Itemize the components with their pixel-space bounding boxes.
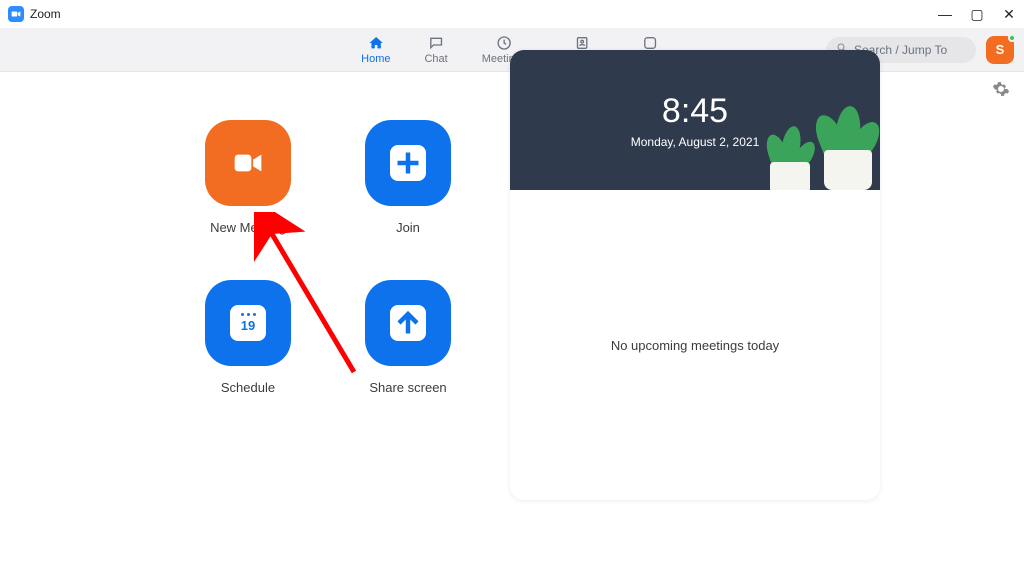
share-screen-label: Share screen bbox=[369, 380, 446, 395]
action-new-meeting: New Meeting bbox=[178, 120, 318, 280]
home-actions: New Meeting Join 19 Schedule Share scree… bbox=[178, 120, 478, 440]
calendar-card: 8:45 Monday, August 2, 2021 No upcoming … bbox=[510, 50, 880, 500]
avatar[interactable]: S bbox=[986, 36, 1014, 64]
current-time: 8:45 bbox=[662, 92, 728, 131]
no-meetings-message: No upcoming meetings today bbox=[611, 338, 779, 353]
schedule-button[interactable]: 19 bbox=[205, 280, 291, 366]
new-meeting-button[interactable] bbox=[205, 120, 291, 206]
zoom-logo bbox=[8, 6, 24, 22]
schedule-label: Schedule bbox=[221, 380, 275, 395]
calendar-day: 19 bbox=[241, 318, 255, 333]
new-meeting-label: New Meeting bbox=[210, 220, 286, 235]
action-schedule: 19 Schedule bbox=[178, 280, 318, 440]
window-controls: — ▢ ✕ bbox=[938, 6, 1016, 23]
join-label: Join bbox=[396, 220, 420, 235]
tab-chat[interactable]: Chat bbox=[424, 35, 447, 65]
calendar-icon: 19 bbox=[230, 305, 266, 341]
clock-icon bbox=[496, 35, 512, 51]
tab-label: Home bbox=[361, 53, 390, 65]
action-share-screen: Share screen bbox=[338, 280, 478, 440]
avatar-initial: S bbox=[996, 42, 1005, 57]
plant-decoration bbox=[800, 80, 880, 190]
share-screen-button[interactable] bbox=[365, 280, 451, 366]
calendar-body: No upcoming meetings today bbox=[510, 190, 880, 500]
arrow-up-icon bbox=[390, 305, 426, 341]
tab-label: Chat bbox=[424, 53, 447, 65]
tab-home[interactable]: Home bbox=[361, 35, 390, 65]
window-title: Zoom bbox=[30, 7, 61, 21]
current-date: Monday, August 2, 2021 bbox=[631, 135, 760, 149]
close-button[interactable]: ✕ bbox=[1002, 6, 1016, 23]
titlebar: Zoom — ▢ ✕ bbox=[0, 0, 1024, 28]
calendar-header: 8:45 Monday, August 2, 2021 bbox=[510, 50, 880, 190]
apps-icon bbox=[642, 35, 658, 51]
minimize-button[interactable]: — bbox=[938, 6, 952, 22]
chat-icon bbox=[428, 35, 444, 51]
contacts-icon bbox=[574, 35, 590, 51]
maximize-button[interactable]: ▢ bbox=[970, 6, 984, 23]
presence-indicator bbox=[1008, 34, 1016, 42]
settings-button[interactable] bbox=[992, 80, 1010, 103]
action-join: Join bbox=[338, 120, 478, 280]
home-icon bbox=[368, 35, 384, 51]
plus-icon bbox=[390, 145, 426, 181]
join-button[interactable] bbox=[365, 120, 451, 206]
